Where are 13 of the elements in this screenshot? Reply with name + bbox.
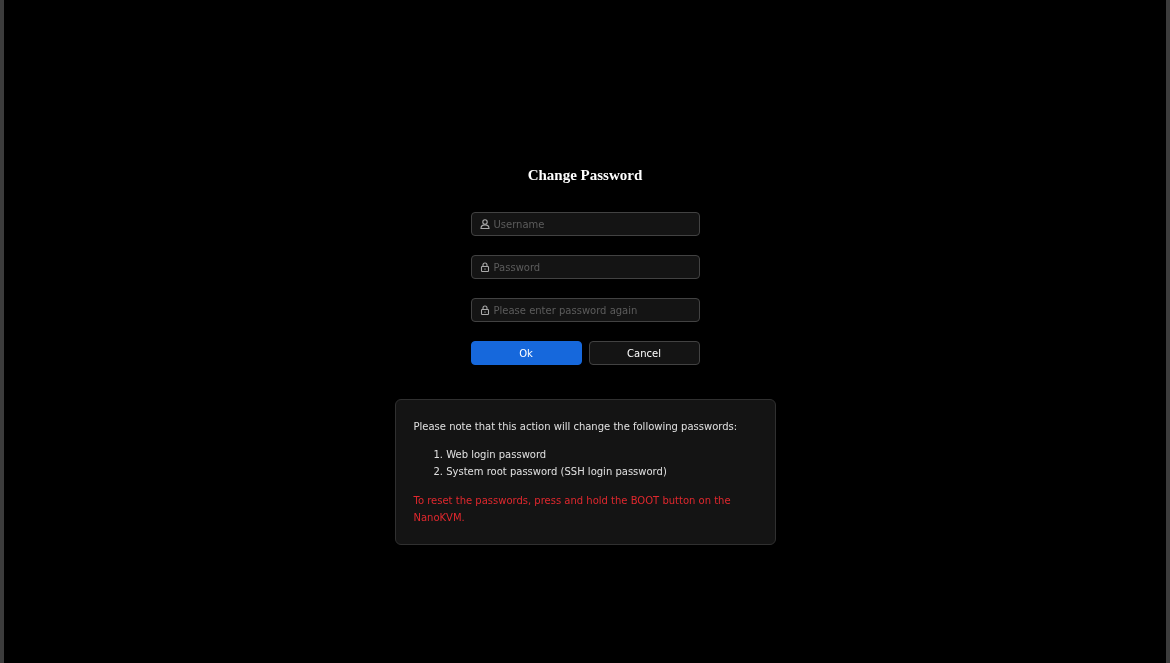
input-field[interactable]: Username — [470, 212, 700, 236]
list-item: 1. Web login password — [433, 448, 548, 462]
warning-text: To reset the passwords, press and hold the BOOT button on the NanoKVM. — [413, 494, 732, 525]
cancel-button[interactable]: Cancel — [588, 341, 700, 365]
lock-icon — [479, 262, 490, 272]
note-text: Please note that this action will change the following passwords: — [413, 420, 739, 434]
user-icon — [479, 219, 490, 229]
list-item: 2. System root password (SSH login password) — [433, 465, 668, 479]
page-title: Change Password — [527, 166, 643, 185]
input-field[interactable]: Please enter password again — [470, 298, 700, 322]
input-field[interactable]: Password — [470, 255, 700, 279]
lock-icon — [479, 305, 490, 315]
ok-button[interactable]: Ok — [470, 341, 582, 365]
